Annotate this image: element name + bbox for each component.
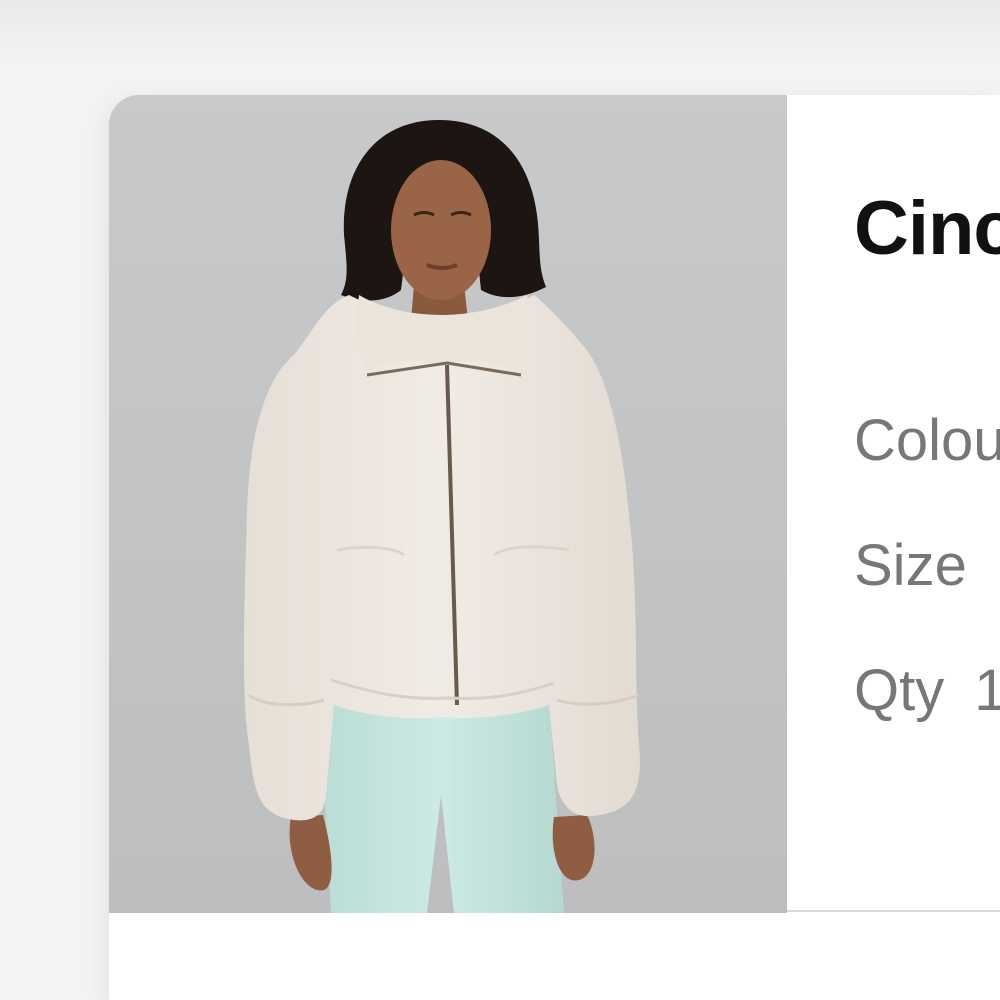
cart-item-card: Cinc Colou Size Qty 1	[109, 95, 1000, 1000]
background-header	[0, 0, 1000, 60]
product-title[interactable]: Cinc	[854, 185, 1000, 272]
size-attribute: Size	[854, 532, 997, 599]
product-image[interactable]	[109, 95, 787, 913]
quantity-value[interactable]: 1	[974, 658, 1000, 723]
colour-attribute: Colou	[854, 407, 1000, 474]
product-photo-illustration	[109, 95, 787, 913]
colour-label: Colou	[854, 408, 1000, 473]
divider-line	[787, 910, 1000, 912]
quantity-label: Qty	[854, 658, 945, 723]
size-label: Size	[854, 533, 967, 598]
quantity-attribute: Qty 1	[854, 657, 1000, 724]
